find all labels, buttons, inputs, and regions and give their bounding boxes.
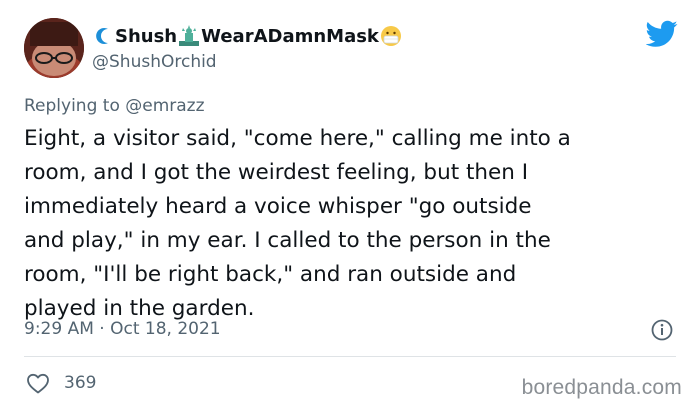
twitter-bird-icon[interactable] [646, 20, 678, 48]
display-name-part2[interactable]: WearADamnMask [201, 26, 379, 47]
author-handle[interactable]: @ShushOrchid [92, 52, 217, 72]
avatar[interactable] [24, 18, 84, 78]
display-name-part1[interactable]: Shush [115, 26, 177, 47]
reply-handle-link[interactable]: @emrazz [125, 96, 204, 116]
like-count: 369 [64, 373, 97, 393]
heart-icon[interactable] [26, 372, 50, 394]
face-mask-emoji-icon [380, 25, 402, 47]
replying-to-prefix: Replying to [24, 96, 120, 116]
tweet-text-line: Eight, a visitor said, "come here," call… [24, 126, 571, 151]
statue-of-liberty-icon [178, 25, 200, 47]
moon-icon [92, 25, 114, 47]
tweet-text-line: immediately heard a voice whisper "go ou… [24, 194, 532, 219]
tweet-text-line: and play," in my ear. I called to the pe… [24, 228, 551, 253]
info-icon[interactable] [650, 318, 674, 342]
tweet-timestamp[interactable]: 9:29 AM · Oct 18, 2021 [24, 319, 221, 339]
divider [24, 356, 676, 357]
tweet-text-line: room, "I'll be right back," and ran outs… [24, 262, 517, 287]
author-name-row[interactable]: Shush WearADamnMask [92, 22, 402, 50]
boredpanda-watermark: boredpanda.com [521, 376, 682, 399]
like-button[interactable]: 369 [26, 371, 96, 395]
tweet-text-line: room, and I got the weirdest feeling, bu… [24, 160, 529, 185]
tweet-text: Eight, a visitor said, "come here," call… [24, 122, 674, 326]
replying-to-line: Replying to @emrazz [24, 96, 205, 116]
